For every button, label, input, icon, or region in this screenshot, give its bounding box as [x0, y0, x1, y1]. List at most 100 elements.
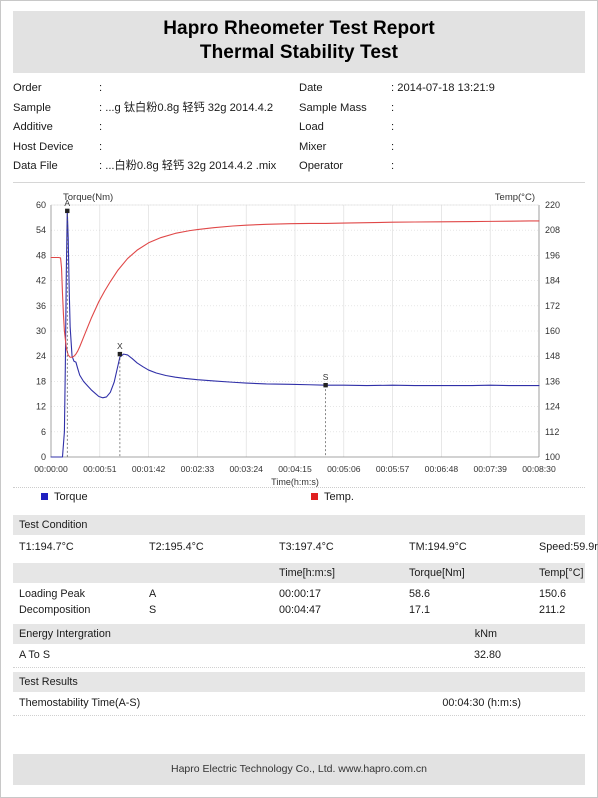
- report-info-grid: Order : Date : 2014-07-18 13:21:9 Sample…: [13, 79, 585, 177]
- info-value-sample: : ...g 钛白粉0.8g 轻钙 32g 2014.4.2: [99, 101, 274, 114]
- info-label-sample-mass: Sample Mass: [299, 101, 367, 114]
- svg-text:S: S: [323, 372, 329, 382]
- svg-text:172: 172: [545, 300, 560, 310]
- svg-text:136: 136: [545, 376, 560, 386]
- svg-text:00:01:42: 00:01:42: [132, 464, 166, 474]
- info-label-date: Date: [299, 82, 323, 94]
- info-label-additive: Additive: [13, 121, 53, 133]
- report-footer: Hapro Electric Technology Co., Ltd. www.…: [13, 754, 585, 785]
- test-condition-header-right: [497, 518, 579, 532]
- svg-text:208: 208: [545, 225, 560, 235]
- test-condition-section: Test Condition T1:194.7°C T2:195.4°C T3:…: [13, 514, 598, 561]
- svg-text:12: 12: [36, 401, 46, 411]
- svg-text:00:07:39: 00:07:39: [473, 464, 507, 474]
- svg-text:124: 124: [545, 401, 560, 411]
- info-value-host-device: :: [99, 140, 103, 153]
- info-value-data-file: : ...白粉0.8g 轻钙 32g 2014.4.2 .mix: [99, 160, 277, 172]
- points-col-torque: Torque[Nm]: [409, 566, 465, 579]
- svg-text:00:04:15: 00:04:15: [278, 464, 312, 474]
- svg-text:184: 184: [545, 275, 560, 285]
- chart-canvas: Torque(Nm) Temp(°C) 0 6 12 18 24 30 36 42 48 54 60 10…: [34, 192, 560, 487]
- report-page: Hapro Rheometer Test Report Thermal Stab…: [0, 0, 598, 798]
- points-row-torque: 17.1: [409, 603, 431, 616]
- svg-text:00:03:24: 00:03:24: [229, 464, 263, 474]
- test-results-row-label: Themostability Time(A-S): [19, 696, 141, 709]
- chart-legend: Torque Temp.: [13, 486, 585, 508]
- svg-text:54: 54: [36, 225, 46, 235]
- svg-text:00:00:00: 00:00:00: [34, 464, 68, 474]
- points-col-temp: Temp[°C]: [539, 566, 584, 579]
- points-row-mark: A: [149, 587, 157, 600]
- info-label-mixer: Mixer: [299, 140, 327, 153]
- energy-integration-unit: kNm: [474, 627, 497, 640]
- points-col-time: Time[h:m:s]: [279, 566, 335, 579]
- energy-integration-section: Energy Intergration kNm A To S 32.80: [13, 623, 585, 668]
- svg-text:A: A: [64, 197, 70, 207]
- svg-text:6: 6: [41, 426, 46, 436]
- points-row-name: Loading Peak: [19, 587, 86, 600]
- test-condition-t2: T2:195.4°C: [149, 540, 204, 553]
- test-condition-speed: Speed:59.9rpm: [539, 540, 598, 553]
- points-row-time: 00:00:17: [279, 587, 322, 600]
- points-col-name: [19, 566, 149, 580]
- svg-text:112: 112: [545, 426, 559, 436]
- energy-integration-row: A To S 32.80: [13, 644, 585, 668]
- points-col-mark: [149, 566, 279, 580]
- table-row: Loading Peak A 00:00:17 58.6 150.6: [13, 586, 585, 602]
- info-label-load: Load: [299, 121, 324, 133]
- info-label-order: Order: [13, 82, 42, 94]
- points-row-mark: S: [149, 603, 157, 616]
- test-results-title: Test Results: [19, 675, 78, 688]
- legend-item-temp: Temp.: [311, 491, 354, 503]
- torque-temperature-chart: Torque(Nm) Temp(°C) 0 6 12 18 24 30 36 42 48 54 60 10…: [13, 187, 587, 487]
- svg-text:00:05:57: 00:05:57: [376, 464, 410, 474]
- svg-text:30: 30: [36, 326, 46, 336]
- info-value-operator: :: [391, 160, 395, 172]
- report-title-line-1: Hapro Rheometer Test Report: [163, 18, 435, 39]
- test-results-row: Themostability Time(A-S) 00:04:30 (h:m:s…: [13, 692, 585, 716]
- legend-swatch-torque-icon: [41, 493, 48, 500]
- points-table-section: Time[h:m:s] Torque[Nm] Temp[°C] Loading …: [13, 562, 585, 620]
- energy-integration-header: Energy Intergration kNm: [13, 623, 585, 644]
- info-label-data-file: Data File: [13, 160, 58, 172]
- svg-text:48: 48: [36, 250, 46, 260]
- svg-text:18: 18: [36, 376, 46, 386]
- info-label-host-device: Host Device: [13, 140, 74, 153]
- info-value-date: : 2014-07-18 13:21:9: [391, 82, 495, 94]
- legend-item-torque: Torque: [41, 491, 88, 503]
- svg-text:148: 148: [545, 351, 560, 361]
- svg-text:160: 160: [545, 326, 560, 336]
- svg-text:60: 60: [36, 200, 46, 210]
- legend-label-temp: Temp.: [324, 490, 354, 503]
- points-row-temp: 211.2: [539, 603, 566, 616]
- energy-integration-title: Energy Intergration: [19, 627, 111, 640]
- info-value-order: :: [99, 82, 103, 94]
- table-row: Decomposition S 00:04:47 17.1 211.2: [13, 602, 585, 618]
- test-condition-row: T1:194.7°C T2:195.4°C T3:197.4°C TM:194.…: [13, 535, 598, 561]
- report-title-banner: Hapro Rheometer Test Report Thermal Stab…: [13, 11, 585, 73]
- test-results-header-right: [497, 675, 579, 689]
- info-divider: [13, 181, 585, 183]
- points-row-time: 00:04:47: [279, 603, 322, 616]
- svg-text:Temp(°C): Temp(°C): [495, 192, 535, 203]
- test-condition-t1: T1:194.7°C: [19, 540, 74, 553]
- svg-text:Torque(Nm): Torque(Nm): [63, 192, 113, 203]
- test-results-section: Test Results Themostability Time(A-S) 00…: [13, 671, 585, 716]
- svg-text:00:02:33: 00:02:33: [181, 464, 215, 474]
- svg-text:00:06:48: 00:06:48: [425, 464, 459, 474]
- legend-swatch-temp-icon: [311, 493, 318, 500]
- report-title-line-2: Thermal Stability Test: [199, 42, 399, 63]
- svg-text:X: X: [117, 341, 123, 351]
- info-value-mixer: :: [391, 140, 395, 153]
- info-label-sample: Sample: [13, 101, 51, 114]
- test-results-header: Test Results: [13, 671, 585, 692]
- points-table-body: Loading Peak A 00:00:17 58.6 150.6 Decom…: [13, 583, 585, 620]
- test-condition-header: Test Condition: [13, 514, 585, 535]
- svg-text:42: 42: [36, 275, 46, 285]
- energy-integration-row-value: 32.80: [473, 648, 501, 661]
- info-value-sample-mass: :: [391, 101, 395, 114]
- test-condition-tm: TM:194.9°C: [409, 540, 467, 553]
- points-row-torque: 58.6: [409, 587, 431, 600]
- svg-text:Time(h:m:s): Time(h:m:s): [271, 477, 319, 487]
- svg-text:0: 0: [41, 452, 46, 462]
